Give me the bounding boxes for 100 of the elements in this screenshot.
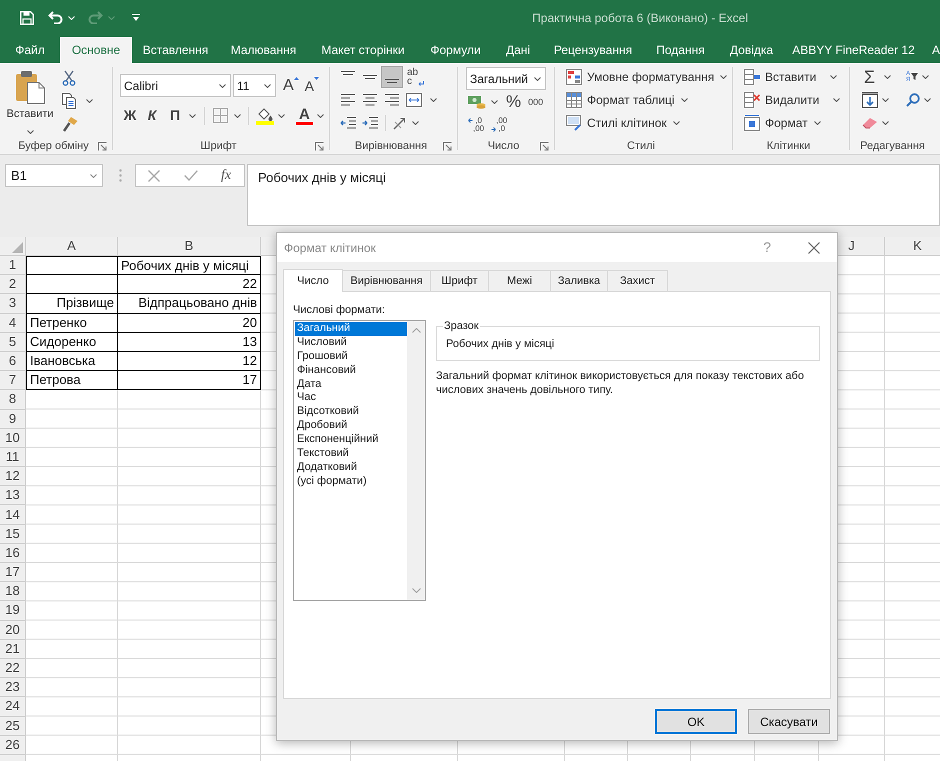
- ribbon-tab[interactable]: Основне: [60, 37, 132, 63]
- ribbon-tab[interactable]: Вставлення: [132, 37, 219, 63]
- clipboard-icon[interactable]: [15, 70, 45, 104]
- increase-decimal-button[interactable]: ,0 ,00: [468, 116, 484, 132]
- ribbon-command-button[interactable]: Умовне форматування: [566, 68, 728, 86]
- row-header[interactable]: 9: [0, 410, 26, 429]
- row-header[interactable]: 2: [0, 275, 26, 294]
- ribbon-tab[interactable]: Макет сторінки: [308, 37, 418, 63]
- caret-icon[interactable]: [86, 98, 93, 102]
- list-item[interactable]: Грошовий: [295, 350, 407, 364]
- fill-down-icon[interactable]: [862, 92, 878, 108]
- dialog-tab[interactable]: Шрифт: [431, 270, 489, 291]
- bold-button[interactable]: Ж: [120, 105, 140, 126]
- insert-function-button[interactable]: fx: [221, 165, 232, 186]
- caret-icon[interactable]: [90, 174, 97, 178]
- row-header[interactable]: 19: [0, 601, 26, 621]
- paint-bucket-icon[interactable]: [256, 106, 274, 124]
- dialog-button[interactable]: OK: [655, 709, 737, 734]
- ribbon-tab[interactable]: Файл: [0, 37, 60, 63]
- caret-icon[interactable]: [234, 114, 241, 118]
- checkmark-icon[interactable]: [184, 170, 198, 181]
- row-header[interactable]: 3: [0, 294, 26, 314]
- dialog-tab[interactable]: Заливка: [551, 270, 608, 291]
- row-header[interactable]: 10: [0, 428, 26, 448]
- caret-icon[interactable]: [189, 114, 196, 118]
- row-header[interactable]: 13: [0, 486, 26, 506]
- ribbon-tab[interactable]: Формули: [418, 37, 493, 63]
- ribbon-tab[interactable]: Довідка: [718, 37, 785, 63]
- undo-icon[interactable]: [48, 11, 63, 24]
- list-item[interactable]: Додатковий: [295, 460, 407, 475]
- ribbon-tab[interactable]: Рецензування: [543, 37, 643, 63]
- row-header[interactable]: 6: [0, 352, 26, 372]
- list-item[interactable]: Загальний: [295, 322, 407, 336]
- row-header[interactable]: 4: [0, 314, 26, 333]
- row-header[interactable]: 21: [0, 640, 26, 659]
- align-left-icon[interactable]: [341, 94, 355, 106]
- percent-button[interactable]: %: [506, 92, 522, 110]
- caret-icon[interactable]: [316, 114, 324, 118]
- list-item[interactable]: (усі формати): [295, 474, 407, 489]
- merge-cells-icon[interactable]: [406, 92, 422, 106]
- align-right-icon[interactable]: [385, 94, 399, 106]
- underline-button[interactable]: П: [164, 105, 186, 126]
- column-header[interactable]: K: [885, 237, 940, 255]
- list-item[interactable]: Експоненційний: [295, 433, 407, 448]
- row-header[interactable]: 18: [0, 582, 26, 602]
- row-header[interactable]: 20: [0, 620, 26, 640]
- dialog-tab[interactable]: Число: [283, 269, 343, 292]
- save-icon[interactable]: [20, 10, 34, 24]
- list-item[interactable]: Фінансовий: [295, 364, 407, 378]
- row-header[interactable]: 16: [0, 544, 26, 563]
- ribbon-tab[interactable]: Дані: [493, 37, 543, 63]
- thousands-button[interactable]: 000: [528, 96, 544, 106]
- decrease-indent-icon[interactable]: [340, 116, 356, 128]
- paintbrush-icon[interactable]: [62, 116, 78, 132]
- caret-icon[interactable]: [672, 120, 680, 124]
- dialog-button[interactable]: Скасувати: [748, 709, 830, 734]
- list-item[interactable]: Числовий: [295, 336, 407, 350]
- shrink-font-button[interactable]: A: [304, 76, 320, 94]
- row-header[interactable]: 25: [0, 716, 26, 736]
- return-arrow-icon[interactable]: [418, 80, 424, 86]
- column-header[interactable]: A: [26, 237, 118, 255]
- column-header[interactable]: B: [118, 237, 261, 255]
- row-header[interactable]: 26: [0, 736, 26, 755]
- customize-icon[interactable]: [132, 14, 140, 22]
- diagonal-arrow-icon[interactable]: [393, 116, 407, 130]
- ribbon-command-button[interactable]: Формат: [744, 114, 821, 132]
- number-format-field[interactable]: Загальний: [466, 67, 546, 90]
- caret-icon[interactable]: [924, 98, 931, 102]
- row-header[interactable]: 22: [0, 658, 26, 678]
- row-header[interactable]: 14: [0, 505, 26, 525]
- caret-icon[interactable]: [882, 98, 889, 102]
- align-button[interactable]: [381, 66, 403, 88]
- copy-icon[interactable]: [62, 92, 76, 108]
- wrap-text-button[interactable]: ab c: [407, 68, 424, 86]
- conditional-format-icon[interactable]: [566, 68, 582, 84]
- delete-cells-icon[interactable]: [744, 92, 760, 108]
- caret-icon[interactable]: [534, 76, 541, 80]
- dialog-tab[interactable]: Вирівнювання: [343, 270, 431, 291]
- list-item[interactable]: Відсотковий: [295, 405, 407, 420]
- autosum-button[interactable]: Σ: [862, 68, 877, 86]
- italic-button[interactable]: К: [140, 105, 164, 126]
- caret-icon[interactable]: [680, 98, 688, 102]
- ribbon-command-button[interactable]: Формат таблиці: [566, 90, 688, 108]
- caret-icon[interactable]: [833, 98, 840, 102]
- format-list[interactable]: Загальний Числовий Грошовий Фінансовий Дата Час Відсотковий Дробовий Експоненційний Текстовий Додатковий (усі формати): [293, 320, 426, 601]
- ribbon-tab[interactable]: Малювання: [219, 37, 308, 63]
- row-header[interactable]: 8: [0, 390, 26, 410]
- triangle-down-icon[interactable]: [314, 76, 320, 80]
- ribbon-tab[interactable]: ABBYY FineReader 12: [785, 37, 922, 63]
- caret-icon[interactable]: [814, 120, 821, 124]
- dialog-tab[interactable]: Захист: [608, 270, 668, 291]
- format-cells-icon[interactable]: [744, 114, 760, 130]
- table-grid-icon[interactable]: [566, 92, 582, 108]
- decrease-decimal-button[interactable]: ,00 ,0: [491, 116, 508, 132]
- right-arrow-icon[interactable]: [491, 126, 496, 132]
- close-icon[interactable]: [808, 242, 820, 254]
- dialog-launcher-icon[interactable]: [540, 142, 550, 150]
- font-name-field[interactable]: Calibri: [120, 74, 231, 97]
- row-header[interactable]: 23: [0, 678, 26, 698]
- row-header[interactable]: 24: [0, 697, 26, 716]
